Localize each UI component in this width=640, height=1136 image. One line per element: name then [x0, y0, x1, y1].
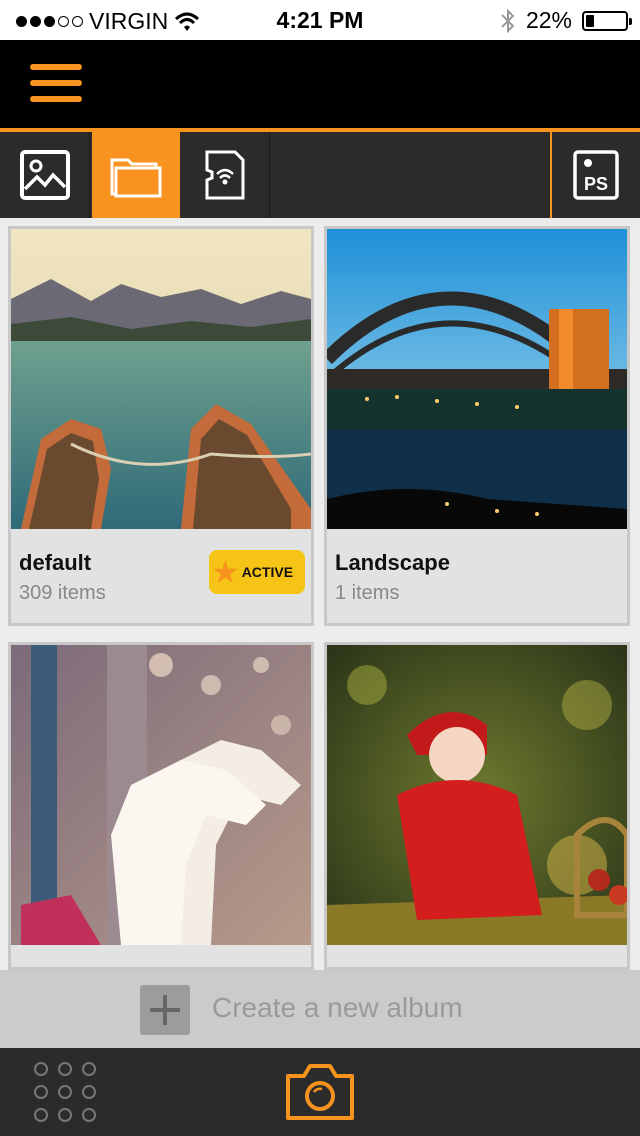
tab-wifi-sd-card[interactable]	[180, 132, 270, 218]
hamburger-menu-icon[interactable]	[30, 64, 84, 106]
apps-grid-icon[interactable]	[34, 1062, 100, 1126]
active-badge-label: ACTIVE	[241, 564, 294, 580]
battery-icon	[582, 10, 632, 31]
status-bar: VIRGIN 4:21 PM 22%	[0, 0, 640, 40]
tab-albums[interactable]	[92, 132, 180, 218]
plus-icon	[140, 985, 190, 1035]
album-item-count: 1 items	[335, 582, 400, 604]
album-card-4[interactable]	[324, 642, 630, 970]
album-name: Landscape	[335, 550, 450, 575]
album-item-count: 309 items	[19, 582, 106, 604]
album-card-landscape[interactable]: Landscape 1 items	[324, 226, 630, 626]
app-header	[0, 40, 640, 128]
album-name: default	[19, 550, 92, 575]
album-card-3[interactable]	[8, 642, 314, 970]
create-album-label: Create a new album	[212, 992, 463, 1023]
folder-icon	[110, 158, 162, 198]
album-thumbnail	[327, 645, 627, 945]
battery-percent: 22%	[525, 7, 572, 33]
album-thumbnail	[327, 229, 627, 529]
tab-bar: PS	[0, 132, 640, 218]
album-thumbnail	[11, 229, 311, 529]
photoshop-icon: PS	[573, 150, 619, 200]
create-album-button[interactable]: Create a new album	[0, 970, 640, 1048]
bottom-bar	[0, 1048, 640, 1136]
image-icon	[19, 150, 70, 200]
active-badge: ★ ACTIVE	[209, 550, 305, 594]
tab-photoshop[interactable]: PS	[550, 132, 640, 218]
album-info: default 309 items ★ ACTIVE	[11, 532, 311, 612]
tab-photos[interactable]	[0, 132, 90, 218]
bluetooth-icon	[501, 8, 515, 33]
camera-icon[interactable]	[284, 1060, 356, 1122]
album-thumbnail	[11, 645, 311, 945]
album-info: Landscape 1 items	[327, 532, 627, 612]
star-icon: ★	[211, 554, 240, 590]
wifi-sd-card-icon	[205, 150, 244, 200]
photoshop-label: PS	[584, 174, 608, 194]
album-card-default[interactable]: default 309 items ★ ACTIVE	[8, 226, 314, 626]
